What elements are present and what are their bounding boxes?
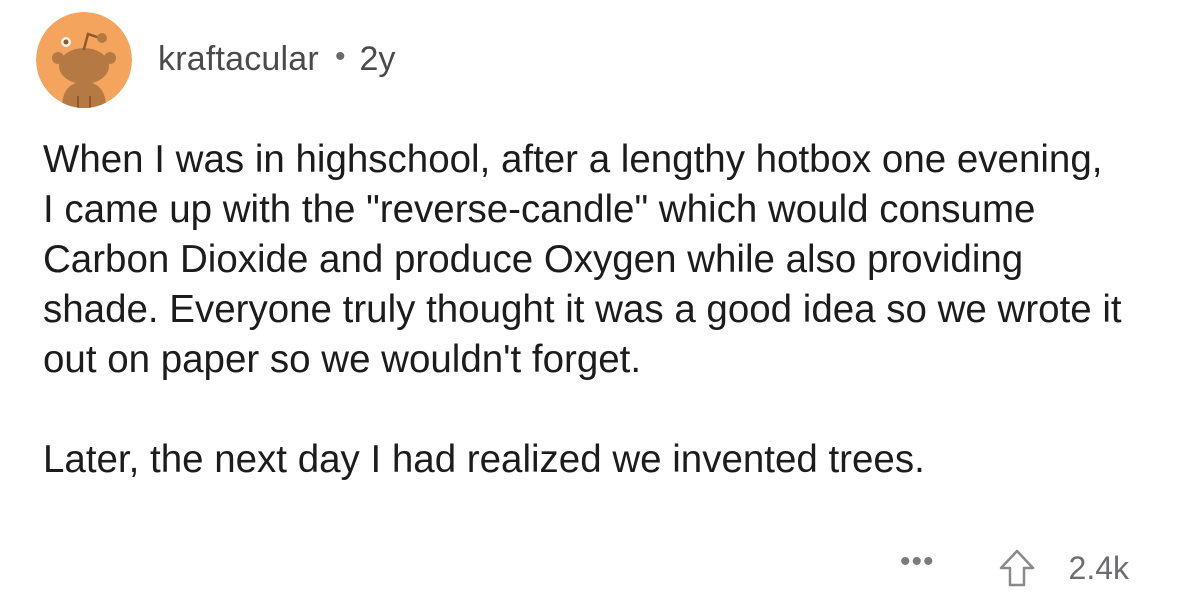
comment-actions: ••• 2.4k [900, 545, 1129, 588]
meta-separator: • [334, 40, 346, 73]
comment-paragraph-1: When I was in highschool, after a length… [43, 138, 1122, 381]
snoo-avatar-icon [36, 12, 132, 108]
comment-paragraph-2: Later, the next day I had realized we in… [43, 438, 925, 481]
comment-meta: kraftacular • 2y [158, 40, 395, 79]
vote-score: 2.4k [1068, 549, 1129, 586]
avatar[interactable] [36, 12, 132, 108]
comment: kraftacular • 2y When I was in highschoo… [0, 0, 1179, 604]
comment-header: kraftacular • 2y [36, 12, 395, 108]
more-options-button[interactable]: ••• [900, 545, 935, 579]
comment-age: 2y [359, 39, 396, 78]
upvote-button[interactable] [997, 548, 1037, 588]
upvote-arrow-icon [999, 549, 1034, 587]
comment-body: When I was in highschool, after a length… [43, 135, 1123, 485]
username-link[interactable]: kraftacular [158, 40, 319, 79]
